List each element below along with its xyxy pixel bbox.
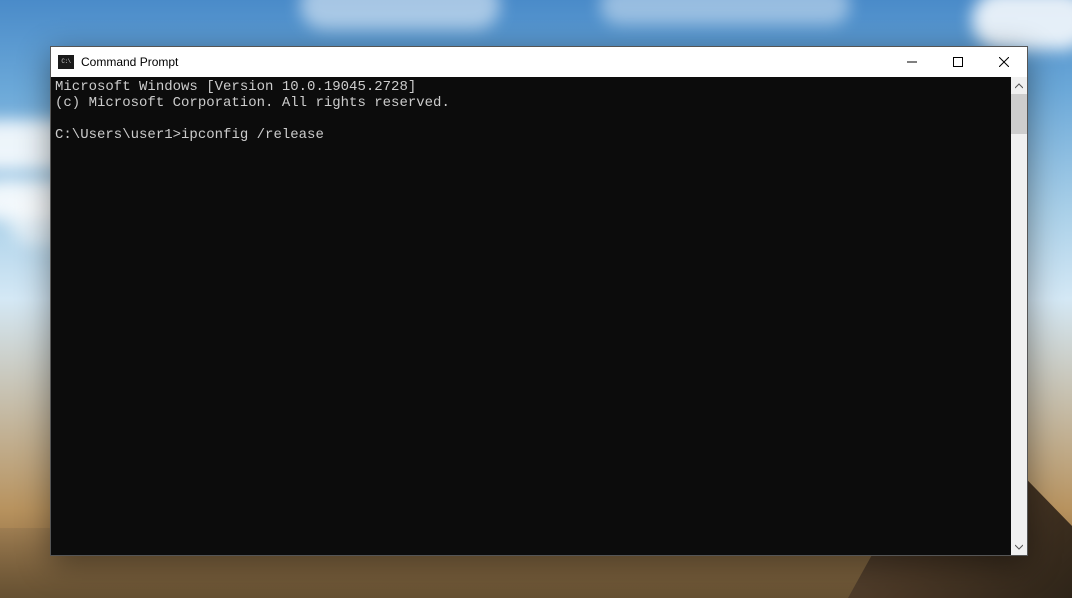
minimize-icon bbox=[907, 57, 917, 67]
window-title: Command Prompt bbox=[81, 55, 178, 69]
cloud-decoration bbox=[300, 0, 500, 30]
cloud-decoration bbox=[972, 0, 1072, 50]
scroll-down-button[interactable] bbox=[1011, 538, 1027, 555]
maximize-button[interactable] bbox=[935, 47, 981, 77]
vertical-scrollbar[interactable] bbox=[1011, 77, 1027, 555]
close-button[interactable] bbox=[981, 47, 1027, 77]
minimize-button[interactable] bbox=[889, 47, 935, 77]
terminal-line: (c) Microsoft Corporation. All rights re… bbox=[55, 95, 450, 111]
window-controls bbox=[889, 47, 1027, 77]
scrollbar-thumb[interactable] bbox=[1011, 94, 1027, 134]
titlebar-left: Command Prompt bbox=[51, 55, 178, 69]
terminal-prompt: C:\Users\user1> bbox=[55, 127, 181, 143]
maximize-icon bbox=[953, 57, 963, 67]
terminal-output[interactable]: Microsoft Windows [Version 10.0.19045.27… bbox=[51, 77, 1011, 555]
scroll-up-button[interactable] bbox=[1011, 77, 1027, 94]
client-area: Microsoft Windows [Version 10.0.19045.27… bbox=[51, 77, 1027, 555]
cmd-icon bbox=[58, 55, 74, 69]
chevron-up-icon bbox=[1015, 83, 1023, 89]
titlebar[interactable]: Command Prompt bbox=[51, 47, 1027, 77]
terminal-command[interactable]: ipconfig /release bbox=[181, 127, 324, 143]
close-icon bbox=[999, 57, 1009, 67]
scrollbar-track[interactable] bbox=[1011, 94, 1027, 538]
command-prompt-window[interactable]: Command Prompt Microsoft Windows [Versio… bbox=[50, 46, 1028, 556]
terminal-line: Microsoft Windows [Version 10.0.19045.27… bbox=[55, 79, 416, 95]
chevron-down-icon bbox=[1015, 544, 1023, 550]
cloud-decoration bbox=[600, 0, 850, 25]
